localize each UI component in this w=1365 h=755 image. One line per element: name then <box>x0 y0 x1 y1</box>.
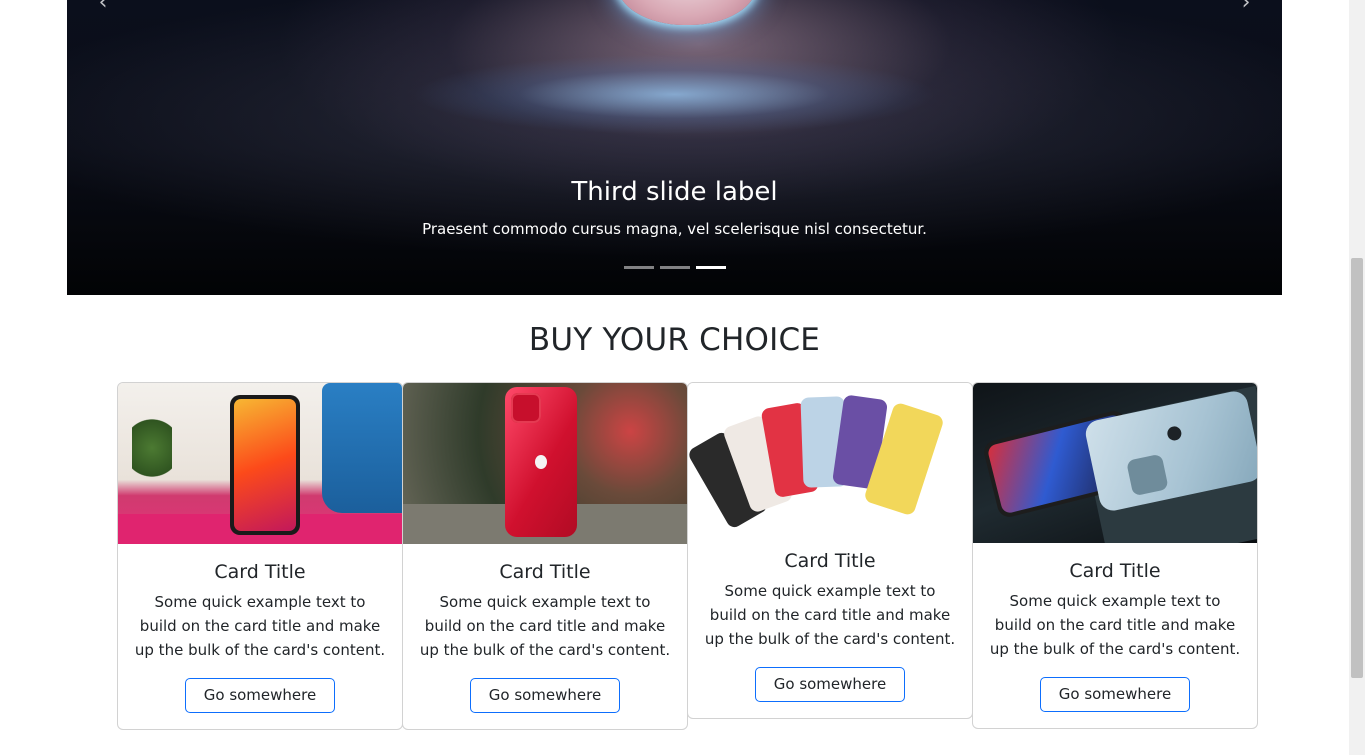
hero-carousel: ‹ › Third slide label Praesent commodo c… <box>67 0 1282 295</box>
product-card-1: Card Title Some quick example text to bu… <box>117 382 403 730</box>
carousel-indicator-1[interactable] <box>623 266 654 269</box>
card-title: Card Title <box>214 561 306 583</box>
slide-label: Third slide label <box>571 177 778 207</box>
card-body-1: Card Title Some quick example text to bu… <box>118 544 402 729</box>
card-text: Some quick example text to build on the … <box>989 592 1241 658</box>
card-image-2 <box>403 383 687 544</box>
carousel-caption: Third slide label Praesent commodo cursu… <box>67 174 1282 240</box>
carousel-indicator-3[interactable] <box>695 266 726 269</box>
card-body-2: Card Title Some quick example text to bu… <box>403 544 687 729</box>
go-somewhere-button-2[interactable]: Go somewhere <box>470 678 620 713</box>
card-image-4 <box>973 383 1257 543</box>
card-text: Some quick example text to build on the … <box>134 593 386 659</box>
product-card-2: Card Title Some quick example text to bu… <box>402 382 688 730</box>
go-somewhere-button-4[interactable]: Go somewhere <box>1040 677 1190 712</box>
section-title: BUY YOUR CHOICE <box>528 322 821 358</box>
product-card-4: Card Title Some quick example text to bu… <box>972 382 1258 729</box>
carousel-indicators <box>67 266 1282 269</box>
chevron-right-icon[interactable]: › <box>1236 0 1256 16</box>
carousel-background-image <box>67 0 1282 295</box>
page-scrollbar[interactable] <box>1349 0 1365 755</box>
slide-text: Praesent commodo cursus magna, vel scele… <box>422 220 927 238</box>
card-title: Card Title <box>784 550 876 572</box>
card-text: Some quick example text to build on the … <box>704 582 956 648</box>
card-text: Some quick example text to build on the … <box>419 593 671 659</box>
carousel-indicator-2[interactable] <box>659 266 690 269</box>
go-somewhere-button-1[interactable]: Go somewhere <box>185 678 335 713</box>
scrollbar-thumb[interactable] <box>1351 258 1363 678</box>
card-body-4: Card Title Some quick example text to bu… <box>973 543 1257 728</box>
card-title: Card Title <box>499 561 591 583</box>
product-card-3: Card Title Some quick example text to bu… <box>687 382 973 719</box>
card-body-3: Card Title Some quick example text to bu… <box>688 533 972 718</box>
go-somewhere-button-3[interactable]: Go somewhere <box>755 667 905 702</box>
card-image-1 <box>118 383 402 544</box>
card-image-3 <box>688 383 972 533</box>
chevron-left-icon[interactable]: ‹ <box>93 0 113 16</box>
card-title: Card Title <box>1069 560 1161 582</box>
